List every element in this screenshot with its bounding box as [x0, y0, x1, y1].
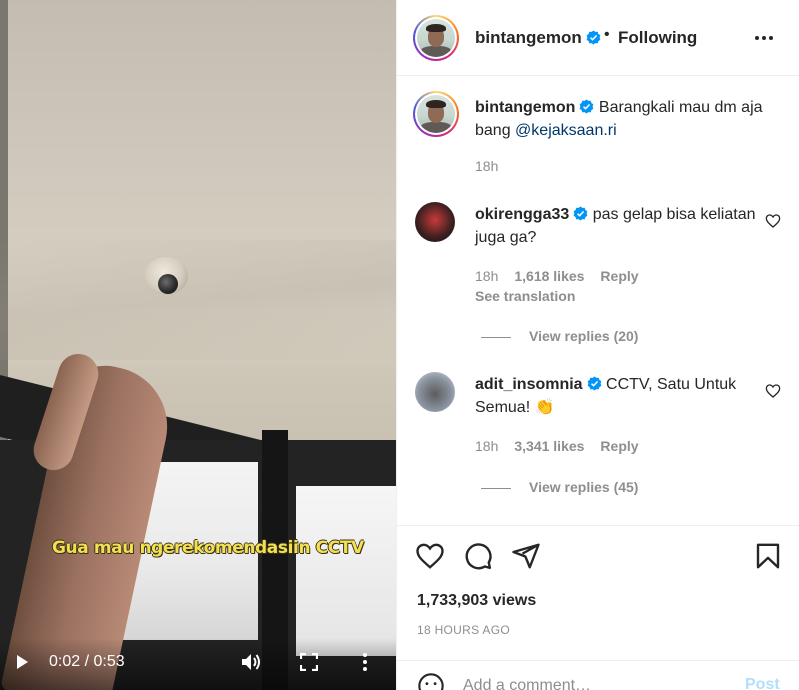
save-button[interactable] [753, 541, 783, 571]
comment-like-button[interactable] [765, 213, 781, 229]
comment-username[interactable]: adit_insomnia [475, 376, 583, 393]
more-horizontal-icon [755, 36, 773, 40]
share-button[interactable] [511, 541, 541, 571]
post-comment-button[interactable]: Post [745, 676, 780, 690]
post-caption: bintangemon Barangkali mau dm aja bang @… [475, 96, 775, 142]
video-subtitle: Gua mau ngerekomendasiin CCTV [52, 538, 364, 558]
following-button[interactable]: Following [618, 28, 697, 48]
comment-avatar[interactable] [415, 202, 455, 242]
comment-text-block: okirengga33 pas gelap bisa keliatan juga… [475, 203, 765, 249]
fullscreen-button[interactable] [299, 652, 319, 672]
comment-like-button[interactable] [765, 383, 781, 399]
comment-likes[interactable]: 1,618 likes [514, 268, 584, 284]
comment-text-block: adit_insomnia CCTV, Satu Untuk Semua! 👏 [475, 373, 765, 419]
more-vertical-icon [363, 653, 367, 671]
comment-meta: 18h 3,341 likes Reply [475, 438, 655, 454]
post-options-button[interactable] [753, 28, 775, 48]
comment-button[interactable] [463, 541, 493, 571]
cctv-camera-lens [158, 274, 178, 294]
comment-icon [465, 543, 492, 570]
fullscreen-icon [299, 652, 319, 672]
author-username[interactable]: bintangemon [475, 28, 601, 48]
view-count[interactable]: 1,733,903 views [417, 592, 536, 610]
video-more-button[interactable] [360, 652, 370, 672]
emoji-icon [418, 673, 444, 690]
bookmark-icon [756, 543, 780, 569]
author-avatar[interactable] [413, 15, 459, 61]
post-header: bintangemon • Following [397, 0, 799, 76]
post-timestamp: 18 HOURS AGO [417, 623, 510, 637]
comment-time: 18h [475, 438, 499, 454]
verified-badge-icon [587, 376, 601, 391]
author-username-text[interactable]: bintangemon [475, 28, 582, 47]
heart-outline-icon [765, 214, 781, 228]
volume-icon [242, 654, 260, 670]
see-translation-link[interactable]: See translation [475, 288, 575, 304]
comment-likes[interactable]: 3,341 likes [514, 438, 584, 454]
view-replies-label[interactable]: View replies (45) [529, 479, 638, 495]
clapping-hands-emoji: 👏 [534, 399, 555, 416]
heart-icon [416, 543, 444, 569]
comment-reply-button[interactable]: Reply [600, 438, 638, 454]
window-pane-right [296, 486, 396, 656]
view-replies-button[interactable]: View replies (20) [481, 328, 638, 344]
comment-meta: 18h 1,618 likes Reply [475, 268, 655, 284]
comment-time: 18h [475, 268, 499, 284]
caption-mention-link[interactable]: @kejaksaan.ri [515, 122, 617, 139]
share-icon [512, 543, 540, 569]
comment-input[interactable] [463, 674, 723, 690]
post-details-panel: bintangemon • Following bintangemon Bara… [396, 0, 799, 690]
verified-badge-icon [580, 99, 594, 114]
comment-username[interactable]: okirengga33 [475, 206, 569, 223]
comment-avatar[interactable] [415, 372, 455, 412]
replies-divider-line [481, 487, 511, 489]
like-button[interactable] [415, 541, 445, 571]
verified-badge-icon [573, 206, 588, 221]
video-player[interactable]: Gua mau ngerekomendasiin CCTV 0:02 / 0:5… [0, 0, 396, 690]
header-separator: • [604, 26, 610, 43]
video-time: 0:02 / 0:53 [49, 653, 125, 670]
view-replies-label[interactable]: View replies (20) [529, 328, 638, 344]
ceiling-shadow [0, 240, 396, 360]
play-button[interactable] [14, 654, 30, 670]
verified-badge-icon [586, 30, 601, 45]
caption-avatar[interactable] [413, 91, 459, 137]
heart-outline-icon [765, 384, 781, 398]
emoji-button[interactable] [417, 672, 445, 690]
caption-username[interactable]: bintangemon [475, 99, 575, 116]
caption-time: 18h [475, 158, 499, 174]
replies-divider-line [481, 336, 511, 338]
comment-reply-button[interactable]: Reply [600, 268, 638, 284]
play-icon [17, 655, 28, 669]
view-replies-button[interactable]: View replies (45) [481, 479, 638, 495]
volume-button[interactable] [240, 652, 262, 672]
